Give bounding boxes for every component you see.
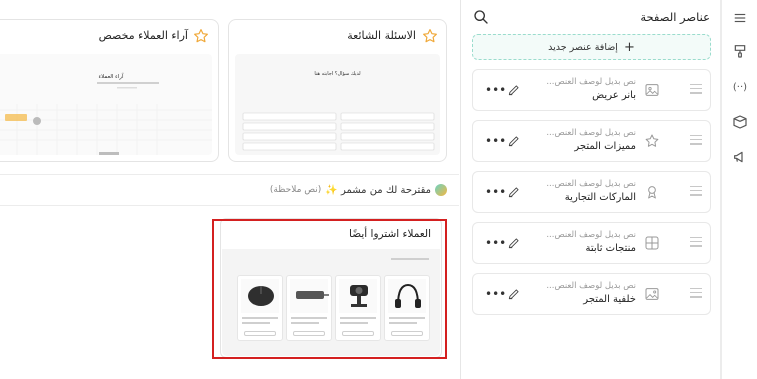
panel-title: عناصر الصفحة: [640, 10, 710, 24]
plus-icon: +: [623, 39, 635, 55]
suggestion-label: مقترحة لك من مشمر ✨: [325, 184, 431, 196]
faq-section-title: الاسئلة الشائعة: [347, 29, 416, 42]
edit-pencil-icon[interactable]: [507, 134, 521, 148]
suggestion: مقترحة لك من مشمر ✨ (نص ملاحظة): [270, 184, 447, 196]
edit-pencil-icon[interactable]: [507, 236, 521, 250]
more-options-icon[interactable]: •••: [485, 287, 506, 301]
element-card[interactable]: نص بديل لوصف العنص... بانر عريض •••: [472, 69, 711, 111]
faq-section-card[interactable]: الاسئلة الشائعة لديك سؤال؟ اجابته هنا: [228, 19, 447, 162]
element-card[interactable]: نص بديل لوصف العنص... الماركات التجارية …: [472, 171, 711, 213]
element-description: نص بديل لوصف العنص...: [546, 77, 636, 87]
image-frame-icon: [645, 288, 659, 300]
element-name: خلفية المتجر: [583, 294, 636, 305]
drag-handle-icon[interactable]: [690, 237, 702, 249]
element-name: منتجات ثابتة: [585, 243, 636, 254]
star-icon: [194, 29, 208, 43]
more-options-icon[interactable]: •••: [485, 83, 506, 97]
drag-handle-icon[interactable]: [690, 288, 702, 300]
more-options-icon[interactable]: •••: [485, 185, 506, 199]
faq-thumbnail: لديك سؤال؟ اجابته هنا: [235, 54, 440, 155]
edit-pencil-icon[interactable]: [507, 185, 521, 199]
element-description: نص بديل لوصف العنص...: [546, 179, 636, 189]
image-icon: [645, 84, 659, 96]
add-element-button[interactable]: + إضافة عنصر جديد: [472, 34, 711, 60]
more-options-icon[interactable]: •••: [485, 236, 506, 250]
panel-header: عناصر الصفحة: [461, 0, 720, 34]
menu-icon[interactable]: [731, 9, 749, 27]
more-options-icon[interactable]: •••: [485, 134, 506, 148]
testimonials-thumbnail: آراء العملاء: [0, 54, 212, 155]
selection-highlight: [212, 219, 447, 359]
megaphone-icon[interactable]: [731, 148, 749, 166]
search-icon[interactable]: [473, 9, 489, 25]
page-elements-panel: عناصر الصفحة + إضافة عنصر جديد نص بديل ل…: [460, 0, 721, 379]
edit-pencil-icon[interactable]: [507, 287, 521, 301]
drag-handle-icon[interactable]: [690, 135, 702, 147]
preview-canvas: الاسئلة الشائعة لديك سؤال؟ اجابته هنا آر…: [0, 0, 459, 379]
element-card[interactable]: نص بديل لوصف العنص... خلفية المتجر •••: [472, 273, 711, 315]
drag-handle-icon[interactable]: [690, 84, 702, 96]
element-name: بانر عريض: [592, 90, 636, 101]
tool-rail: (··): [721, 0, 757, 379]
box-icon[interactable]: [731, 113, 749, 131]
award-icon: [648, 186, 656, 199]
star-icon: [423, 29, 437, 43]
app-root: الاسئلة الشائعة لديك سؤال؟ اجابته هنا آر…: [0, 0, 757, 379]
faq-thumb-rows: [242, 112, 435, 151]
suggestion-row[interactable]: مقترحة لك من مشمر ✨ (نص ملاحظة): [0, 174, 459, 206]
star-icon: [645, 134, 659, 147]
sparkle-badge-icon: [435, 184, 447, 196]
paint-icon[interactable]: [731, 42, 749, 60]
testimonials-thumb-grid: [0, 82, 212, 155]
testimonials-section-card[interactable]: آراء العملاء مخصص آراء العملاء: [0, 19, 219, 162]
suggestion-note: (نص ملاحظة): [269, 185, 322, 195]
element-description: نص بديل لوصف العنص...: [546, 281, 636, 291]
grid-icon: [645, 236, 659, 250]
element-description: نص بديل لوصف العنص...: [546, 230, 636, 240]
code-icon[interactable]: (··): [731, 78, 749, 96]
testimonials-section-title: آراء العملاء مخصص: [98, 29, 188, 42]
element-card[interactable]: نص بديل لوصف العنص... مميزات المتجر •••: [472, 120, 711, 162]
add-element-label: إضافة عنصر جديد: [548, 41, 618, 53]
element-card[interactable]: نص بديل لوصف العنص... منتجات ثابتة •••: [472, 222, 711, 264]
element-description: نص بديل لوصف العنص...: [546, 128, 636, 138]
element-name: الماركات التجارية: [564, 192, 636, 203]
drag-handle-icon[interactable]: [690, 186, 702, 198]
element-name: مميزات المتجر: [574, 141, 636, 152]
edit-pencil-icon[interactable]: [507, 83, 521, 97]
